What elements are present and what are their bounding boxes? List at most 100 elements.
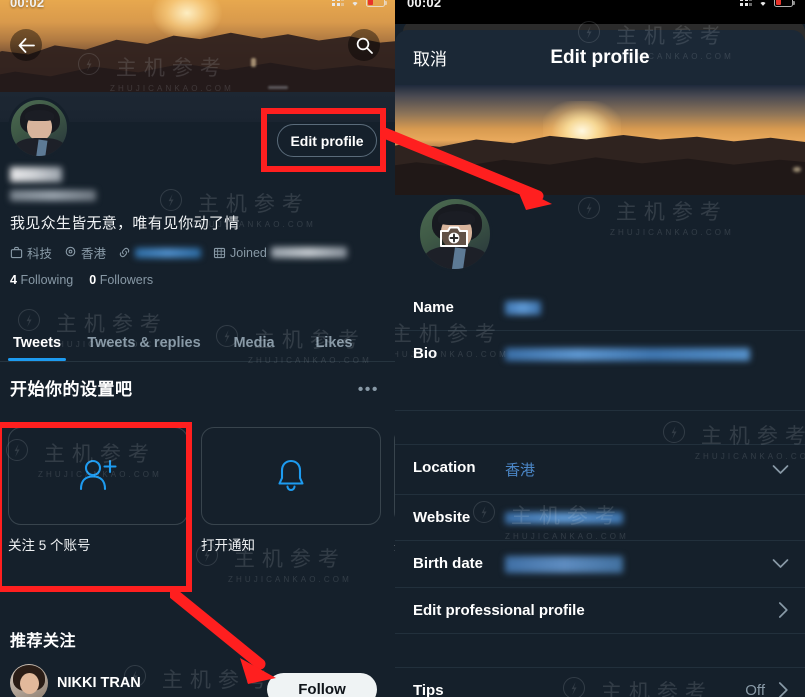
tab-tweets-replies[interactable]: Tweets & replies [74,324,214,361]
briefcase-icon [10,246,23,259]
suggested-user-avatar [10,664,48,697]
cancel-button[interactable]: 取消 [413,45,447,70]
profile-info: 我见众生皆无意，唯有见你动了情 科技 香港 Joined 4 Following… [0,166,395,287]
display-name-redacted [10,167,62,183]
form-row-professional-profile[interactable]: Edit professional profile [395,588,805,634]
form-spacer [395,411,805,445]
profile-counts: 4 Following 0 Followers [0,262,395,287]
form-row-bio[interactable]: Bio [395,331,805,411]
status-bar-icons [740,0,795,7]
name-value-redacted [505,301,541,316]
card-icon-box [8,427,188,525]
suggested-user-name: NIKKI TRAN [57,675,141,691]
tab-tweets[interactable]: Tweets [0,324,74,361]
camera-plus-icon[interactable] [439,224,469,248]
wifi-icon [760,1,766,6]
meta-joined-label: Joined [230,245,267,260]
back-arrow-icon [18,37,35,53]
profile-bio: 我见众生皆无意，唯有见你动了情 [10,215,240,232]
light-glint [793,167,801,172]
edit-profile-form: Name Bio Location 香港 Website Birth date … [395,285,805,697]
row-label: Name [413,299,454,316]
meta-joined-date-redacted [270,247,347,258]
setup-card-notifications[interactable]: 打开通知 [201,427,381,554]
website-value-redacted [505,512,623,525]
setup-cards: 关注 5 个账号 打开通知 完 [8,427,395,554]
meta-category-label: 科技 [27,247,53,261]
profile-name-row [0,166,395,202]
status-bar: 00:02 [0,0,395,16]
form-row-tips[interactable]: Tips Off [395,668,805,697]
card-icon-box [201,427,381,525]
chevron-right-icon [778,602,788,618]
status-bar-time: 00:02 [10,0,45,10]
row-label: Bio [413,345,438,362]
status-bar-icons [332,0,387,7]
setup-card-follow-accounts[interactable]: 关注 5 个账号 [8,427,188,554]
form-row-name[interactable]: Name [395,285,805,331]
handle-redacted [10,190,96,202]
profile-avatar[interactable] [8,97,70,159]
meta-link-redacted [135,247,202,258]
form-row-birth-date[interactable]: Birth date [395,541,805,588]
suggestions-heading: 推荐关注 [10,633,77,650]
wifi-icon [352,1,358,6]
chevron-right-icon [778,682,788,697]
row-label: Birth date [413,555,484,572]
profile-meta-row: 科技 香港 Joined [0,233,395,262]
row-label: Tips [413,681,444,697]
row-value: 香港 [505,462,536,479]
calendar-icon [213,247,226,259]
row-value [505,509,787,526]
light-glint [251,58,256,67]
light-glint-2 [268,86,288,89]
bell-icon [278,459,304,492]
tab-likes[interactable]: Likes [294,324,374,361]
battery-low-icon [366,0,387,7]
right-edit-profile-screen: 00:02 取消 Edit profile Name Bio Location … [395,0,805,697]
battery-low-icon [774,0,795,7]
row-value [505,555,787,573]
form-row-website[interactable]: Website [395,495,805,541]
followers-count[interactable]: 0 Followers [89,273,153,287]
meta-joined: Joined [213,246,347,260]
signal-dots-icon [740,0,752,6]
setup-card-label: 打开通知 [201,538,255,553]
status-bar-time: 00:02 [407,0,442,10]
following-count[interactable]: 4 Following [10,273,73,287]
left-profile-screen: 00:02 Edit profile 我见众生皆无意，唯有见你动了情 科技 香港… [0,0,395,697]
form-spacer [395,634,805,668]
bio-value-redacted [505,347,750,361]
edit-profile-button[interactable]: Edit profile [277,124,377,157]
back-button[interactable] [10,29,42,61]
row-value: Off [745,681,765,697]
row-label: Website [413,509,471,526]
location-pin-icon [65,246,76,257]
setup-card-label: 关注 5 个账号 [8,538,91,553]
row-label: Location [413,459,476,476]
tab-media[interactable]: Media [214,324,294,361]
sheet-header: 取消 Edit profile [395,30,805,85]
birth-date-value-redacted [505,555,623,573]
meta-category: 科技 [10,243,52,262]
row-label: Edit professional profile [413,601,585,619]
meta-location-label: 香港 [81,247,107,261]
watermark: 主机参考 ZHUJICANKAO.COM [578,196,734,237]
add-person-icon [79,459,117,491]
status-bar: 00:02 [395,0,805,24]
edit-banner-image[interactable] [395,85,805,195]
form-row-location[interactable]: Location 香港 [395,445,805,495]
profile-tabs: Tweets Tweets & replies Media Likes [0,324,395,362]
search-button[interactable] [348,29,380,61]
row-value [505,345,787,362]
tutorial-screenshot: 00:02 Edit profile 我见众生皆无意，唯有见你动了情 科技 香港… [0,0,805,697]
link-icon [119,247,130,258]
chevron-down-icon [772,464,789,474]
meta-link[interactable] [118,246,202,259]
follow-button[interactable]: Follow [267,673,377,697]
search-icon [356,37,373,54]
chevron-down-icon [772,558,789,568]
row-value [505,299,787,316]
more-dots-icon[interactable]: ••• [358,381,379,399]
meta-location: 香港 [64,243,106,262]
